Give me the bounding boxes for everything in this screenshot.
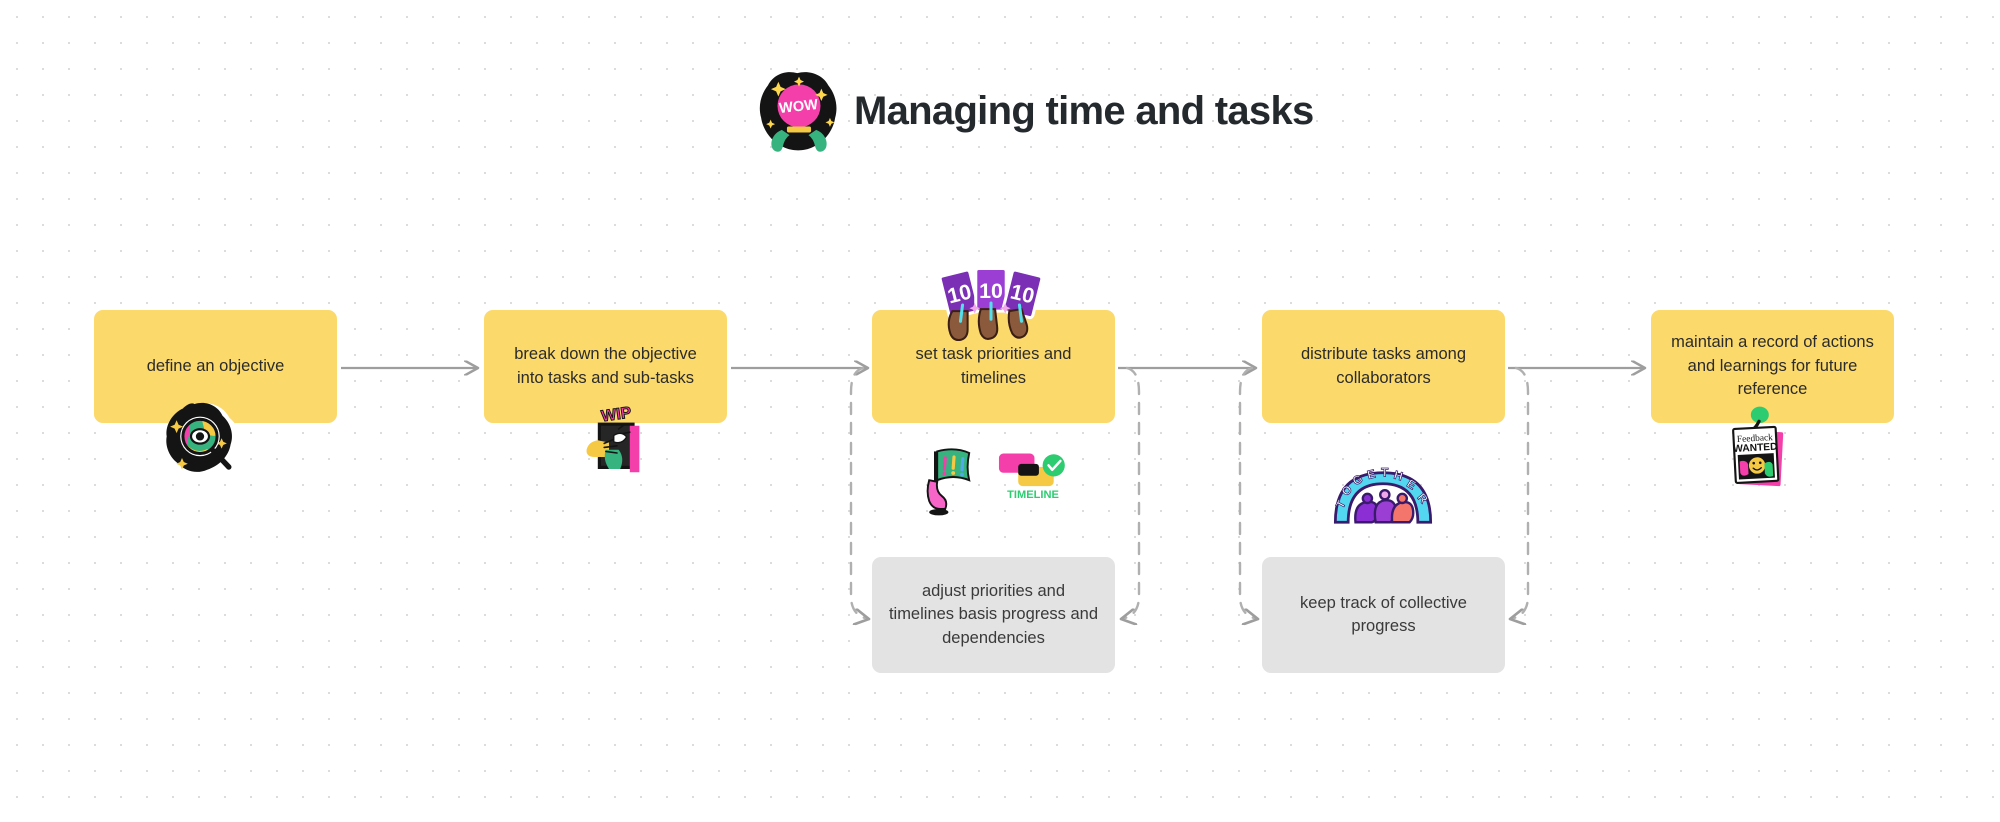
node-label: maintain a record of actions and learnin…: [1671, 333, 1874, 399]
svg-text:R: R: [1415, 490, 1432, 506]
node-keep-track-of-collective-progress[interactable]: keep track of collective progress: [1262, 557, 1505, 673]
svg-text:G: G: [1350, 471, 1365, 488]
svg-text:10: 10: [1008, 279, 1037, 308]
node-label: distribute tasks among collaborators: [1300, 345, 1467, 387]
node-label: adjust priorities and timelines basis pr…: [888, 581, 1099, 647]
svg-text:E: E: [1404, 476, 1418, 492]
together-people-sticker: T O G E T H E R: [1333, 465, 1433, 524]
timeline-check-sticker: TIMELINE: [998, 453, 1065, 501]
node-label: keep track of collective progress: [1300, 593, 1467, 635]
node-maintain-a-record-of-actions[interactable]: maintain a record of actions and learnin…: [1651, 310, 1894, 423]
svg-text:WANTED: WANTED: [1733, 442, 1778, 455]
svg-text:T: T: [1333, 497, 1349, 511]
node-label: break down the objective into tasks and …: [514, 345, 697, 387]
node-adjust-priorities-and-timelines[interactable]: adjust priorities and timelines basis pr…: [872, 557, 1115, 673]
svg-text:H: H: [1392, 468, 1404, 484]
svg-text:E: E: [1366, 467, 1377, 483]
node-break-down-the-objective[interactable]: break down the objective into tasks and …: [484, 310, 727, 423]
priority-flag-exclamation-sticker: [926, 448, 971, 516]
flow-board: define an objective break down the objec…: [0, 0, 2000, 822]
node-label: define an objective: [146, 356, 285, 375]
node-define-an-objective[interactable]: define an objective: [94, 310, 337, 423]
node-set-task-priorities-and-timelines[interactable]: set task priorities and timelines: [872, 310, 1115, 423]
svg-text:10: 10: [945, 279, 974, 308]
svg-text:O: O: [1338, 482, 1355, 498]
node-distribute-tasks-among-collaborators[interactable]: distribute tasks among collaborators: [1262, 310, 1505, 423]
svg-text:Feedback: Feedback: [1737, 433, 1774, 445]
timeline-sticker-text: TIMELINE: [1007, 489, 1059, 501]
svg-text:10: 10: [979, 279, 1003, 303]
node-label: set task priorities and timelines: [915, 345, 1072, 387]
svg-text:T: T: [1381, 465, 1389, 479]
